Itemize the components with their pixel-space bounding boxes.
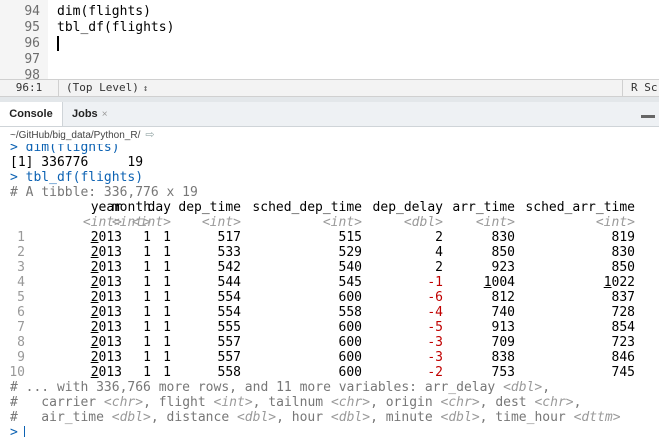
table-cell: 723 — [611, 335, 635, 350]
table-row: 8 2013 1 1 557 600 -3 709 723 — [0, 335, 659, 350]
console-cursor — [23, 426, 25, 437]
file-type-selector[interactable]: R Scri — [622, 80, 659, 96]
table-row: 5 2013 1 1 554 600 -6 812 837 — [0, 290, 659, 305]
tab-jobs-label: Jobs — [72, 108, 98, 120]
console-output[interactable]: > dim(flights) [1] 336776 19 > tbl_df(fl… — [0, 144, 659, 437]
editor-status-bar: 96:1 (Top Level)↕ R Scri — [0, 79, 659, 97]
working-directory-path: ~/GitHub/big_data/Python_R/ — [10, 130, 141, 141]
table-cell: 1022 — [603, 275, 635, 290]
tibble-footer-line: # air_time <dbl>, distance <dbl>, hour <… — [10, 410, 621, 425]
table-cell: 728 — [611, 305, 635, 320]
table-cell: 830 — [611, 245, 635, 260]
line-number: 94 — [24, 4, 40, 19]
table-row: 9 2013 1 1 557 600 -3 838 846 — [0, 350, 659, 365]
console-tab-bar: Console Jobs × — [0, 102, 659, 127]
tibble-footer-line: # carrier <chr>, flight <int>, tailnum <… — [10, 395, 582, 410]
scope-label: (Top Level) — [66, 81, 139, 94]
line-number: 98 — [24, 68, 40, 79]
line-number: 97 — [24, 52, 40, 67]
line-number: 96 — [24, 36, 40, 51]
close-icon[interactable]: × — [102, 109, 108, 120]
tibble-footer-line: # ... with 336,766 more rows, and 11 mor… — [10, 380, 551, 395]
console-line: > dim(flights) — [10, 144, 120, 155]
table-row: 1 2013 1 1 517 515 2 830 819 — [0, 230, 659, 245]
table-cell: 846 — [611, 350, 635, 365]
minimize-icon[interactable] — [641, 115, 655, 118]
table-row: 10 2013 1 1 558 600 -2 753 745 — [0, 365, 659, 380]
go-to-directory-icon[interactable]: ⇨ — [145, 129, 154, 141]
column-header: sched_arr_time — [525, 200, 635, 215]
table-row: 3 2013 1 1 542 540 2 923 850 — [0, 260, 659, 275]
tibble-header: # A tibble: 336,776 x 19 — [10, 185, 198, 200]
tab-console[interactable]: Console — [0, 102, 63, 126]
table-cell: 850 — [611, 260, 635, 275]
table-cell: 745 — [611, 365, 635, 380]
line-number: 95 — [24, 20, 40, 35]
line-number-gutter: 93 9495969798 — [0, 0, 48, 79]
table-row: 2 2013 1 1 533 529 4 850 830 — [0, 245, 659, 260]
console-prompt-line[interactable]: > — [10, 425, 25, 437]
updown-arrow-icon: ↕ — [142, 84, 149, 94]
table-cell: 854 — [611, 320, 635, 335]
table-cell: 819 — [611, 230, 635, 245]
scope-selector[interactable]: (Top Level) ↕ — [66, 80, 148, 97]
cursor-position: 96:1 — [0, 80, 59, 96]
table-row: 6 2013 1 1 554 558 -4 740 728 — [0, 305, 659, 320]
table-row: 7 2013 1 1 555 600 -5 913 854 — [0, 320, 659, 335]
table-row: 4 2013 1 1 544 545 -1 1004 1022 — [0, 275, 659, 290]
column-type: <int> — [595, 215, 635, 230]
table-cell: 837 — [611, 290, 635, 305]
console-line: > tbl_df(flights) — [10, 170, 144, 185]
dim-output: [1] 336776 19 — [10, 155, 144, 170]
editor-cursor — [57, 36, 59, 51]
source-editor[interactable]: 93 9495969798 dim(flights)tbl_df(flights… — [0, 0, 659, 79]
code-line: tbl_df(flights) — [57, 20, 175, 35]
code-line: dim(flights) — [57, 4, 151, 19]
tab-jobs[interactable]: Jobs × — [72, 102, 108, 126]
working-directory-bar: ~/GitHub/big_data/Python_R/ ⇨ — [0, 127, 659, 144]
